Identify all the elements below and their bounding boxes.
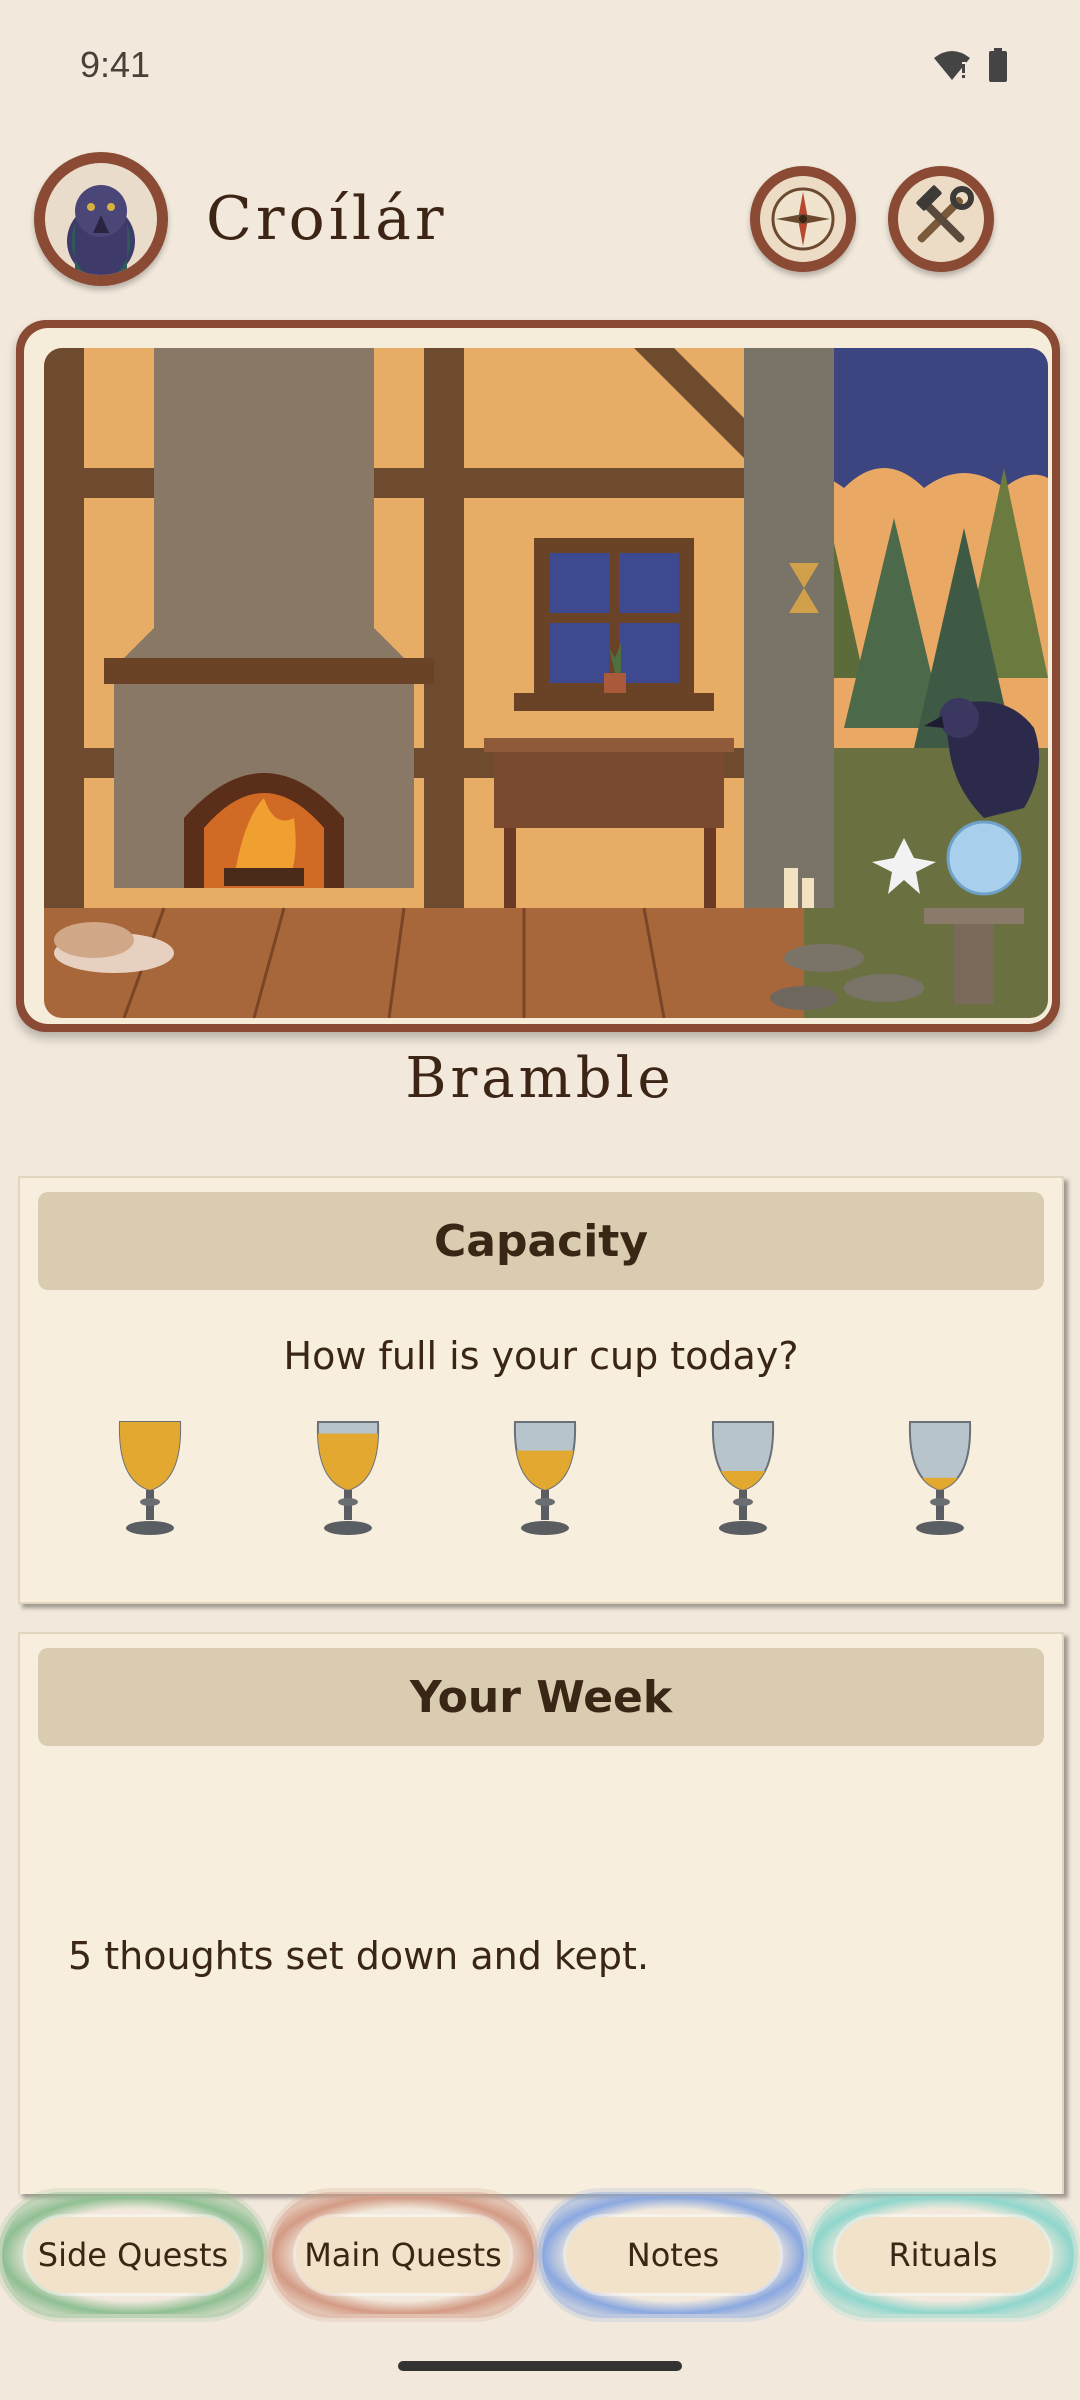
nav-side-quests[interactable]: Side Quests <box>2 2196 264 2314</box>
goblet-icon[interactable] <box>703 1410 783 1540</box>
nav-notes[interactable]: Notes <box>542 2196 804 2314</box>
nav-main-quests-label: Main Quests <box>296 2217 510 2293</box>
tools-button[interactable] <box>888 166 994 272</box>
week-summary: 5 thoughts set down and kept. <box>68 1934 650 1978</box>
compass-button[interactable] <box>750 166 856 272</box>
nav-rituals[interactable]: Rituals <box>812 2196 1074 2314</box>
nav-notes-label: Notes <box>566 2217 780 2293</box>
hammer-wrench-icon <box>898 176 984 262</box>
goblet-icon[interactable] <box>308 1410 388 1540</box>
cottage-scene[interactable] <box>44 348 1048 1018</box>
bottom-nav: Side Quests Main Quests Notes Rituals <box>0 2190 1080 2320</box>
week-title: Your Week <box>38 1648 1044 1746</box>
raven-avatar-icon <box>45 163 157 275</box>
compass-icon <box>760 176 846 262</box>
battery-icon <box>989 48 1007 82</box>
scene-frame <box>16 320 1060 1032</box>
character-name: Bramble <box>405 1046 675 1111</box>
raven-avatar[interactable] <box>34 152 168 286</box>
capacity-question: How full is your cup today? <box>283 1334 799 1378</box>
nav-rituals-label: Rituals <box>836 2217 1050 2293</box>
home-indicator[interactable] <box>398 2361 682 2371</box>
status-icons <box>932 48 1008 82</box>
nav-side-quests-label: Side Quests <box>26 2217 240 2293</box>
nav-main-quests[interactable]: Main Quests <box>272 2196 534 2314</box>
cup-selector <box>110 1410 980 1540</box>
capacity-title: Capacity <box>38 1192 1044 1290</box>
wifi-icon <box>934 51 970 80</box>
goblet-icon[interactable] <box>110 1410 190 1540</box>
crystal-ball <box>946 820 1022 896</box>
app-title: Croílár <box>206 184 448 254</box>
week-card: Your Week 5 thoughts set down and kept. <box>18 1632 1064 2194</box>
status-bar: 9:41 <box>0 0 1080 130</box>
goblet-icon[interactable] <box>505 1410 585 1540</box>
capacity-card: Capacity How full is your cup today? <box>18 1176 1064 1604</box>
app-header: Croílár <box>0 140 1080 300</box>
goblet-icon[interactable] <box>900 1410 980 1540</box>
status-time: 9:41 <box>80 44 151 85</box>
